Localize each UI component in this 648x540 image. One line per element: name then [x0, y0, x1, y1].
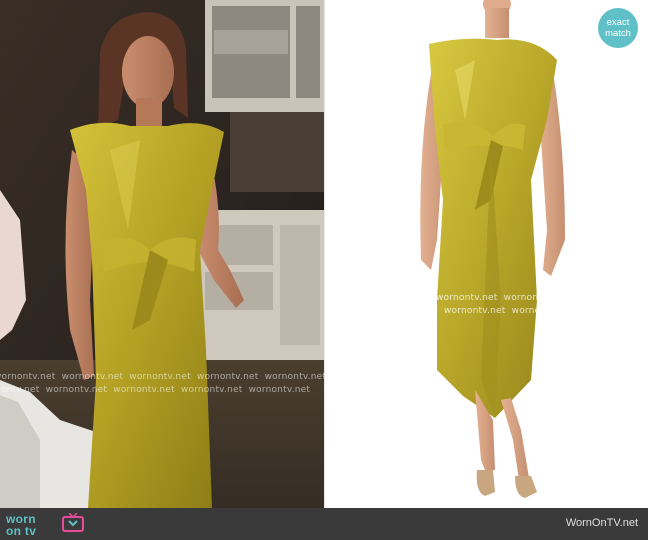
tv-icon [62, 513, 84, 532]
badge-line-2: match [605, 28, 631, 39]
logo-text-line-2: on tv [6, 524, 37, 538]
product-photo: wornontv.net wornontv.net wornontv.net w… [325, 0, 648, 508]
watermark-row: wornontv.net wornontv.net [436, 293, 566, 303]
tv-still-photo: wornontv.net wornontv.net wornontv.net w… [0, 0, 324, 508]
watermark-row: wornontv.net wornontv.net wornontv.net w… [0, 372, 324, 382]
badge-line-1: exact [606, 17, 630, 28]
exact-match-badge: exact match [598, 8, 638, 48]
tv-still-illustration [0, 0, 324, 508]
footer-bar: worn on tv WornOnTV.net [0, 508, 648, 540]
wornontv-logo[interactable]: worn on tv [6, 512, 86, 538]
watermark-row: wornontv.net wornontv.net [444, 306, 574, 316]
watermark-row: wornontv.net wornontv.net wornontv.net w… [0, 385, 311, 395]
site-name[interactable]: WornOnTV.net [566, 517, 638, 529]
product-dress-illustration [325, 0, 648, 508]
